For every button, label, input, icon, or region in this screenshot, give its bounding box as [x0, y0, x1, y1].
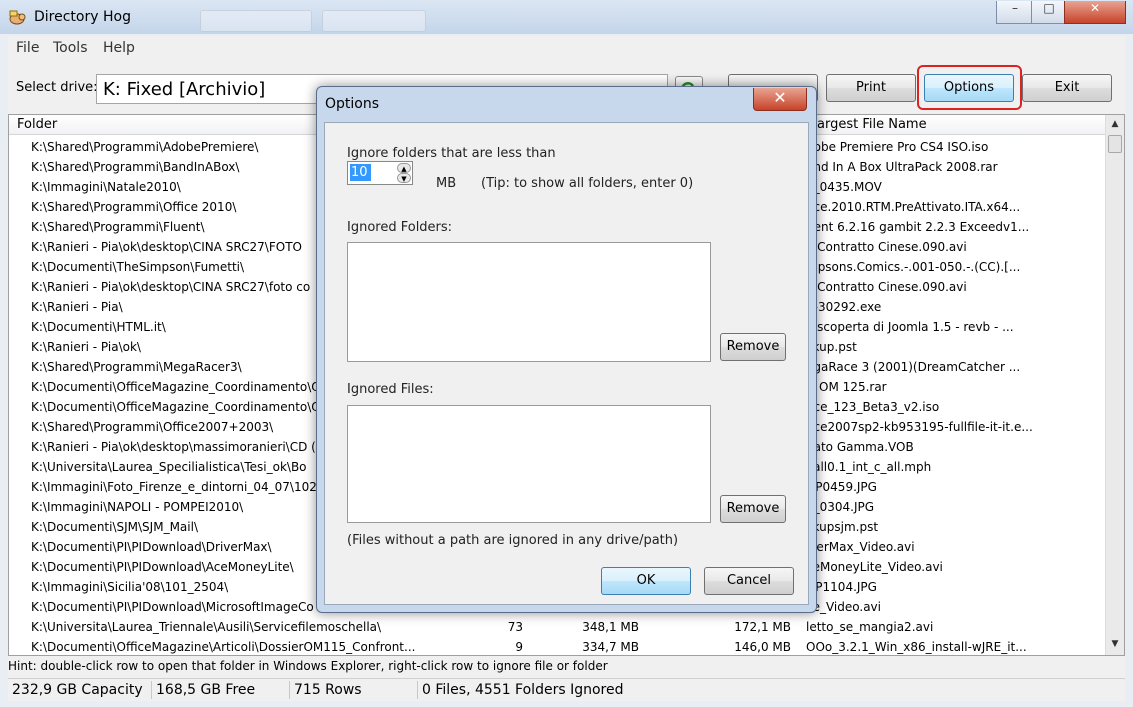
ignore-threshold-label: Ignore folders that are less than — [347, 146, 556, 161]
main-window: Directory Hog – □ ✕ File Tools Help Sele… — [0, 0, 1133, 707]
menu-file[interactable]: File — [16, 40, 39, 56]
remove-folder-button[interactable]: Remove — [720, 333, 786, 361]
cell-largest-name: 0_0435.MOV — [806, 180, 882, 194]
cell-largest-name: egaRace 3 (2001)(DreamCatcher ... — [806, 360, 1021, 374]
minimize-icon: – — [1012, 1, 1018, 15]
title-bar: Directory Hog – □ ✕ — [0, 0, 1133, 34]
cancel-button[interactable]: Cancel — [704, 567, 794, 595]
scroll-up-icon[interactable]: ▲ — [1106, 115, 1124, 133]
dialog-title: Options — [325, 96, 380, 112]
remove-file-button[interactable]: Remove — [720, 495, 786, 523]
threshold-spinner[interactable]: 10 ▲ ▼ — [347, 161, 413, 185]
hint-text: Hint: double-click row to open that fold… — [8, 656, 1125, 678]
cell-size: 348,1 MB — [582, 620, 639, 634]
cell-files: 9 — [515, 640, 523, 654]
spin-down-icon[interactable]: ▼ — [397, 173, 411, 183]
spinner-arrows: ▲ ▼ — [397, 163, 411, 183]
table-row[interactable]: K:\Universita\Laurea_Triennale\Ausili\Se… — [9, 617, 1105, 637]
cell-largest-name: o Contratto Cinese.090.avi — [806, 280, 967, 294]
cell-largest-name: dobe Premiere Pro CS4 ISO.iso — [806, 140, 989, 154]
close-button[interactable]: ✕ — [1064, 1, 1126, 24]
cell-largest-name: nato Gamma.VOB — [806, 440, 914, 454]
ignored-files-list[interactable] — [347, 405, 711, 523]
scroll-thumb[interactable] — [1108, 135, 1122, 153]
status-rows: 715 Rows — [290, 681, 418, 699]
maximize-button[interactable]: □ — [1031, 1, 1067, 24]
cell-largest-name: and In A Box UltraPack 2008.rar — [806, 160, 998, 174]
tip-text: (Tip: to show all folders, enter 0) — [481, 176, 694, 191]
ok-button[interactable]: OK — [601, 567, 691, 595]
cell-largest-name: GP0459.JPG — [806, 480, 877, 494]
menu-bar: File Tools Help — [8, 36, 1125, 60]
background-blur-tab — [200, 10, 312, 32]
select-drive-label: Select drive: — [16, 80, 98, 95]
status-ignored: 0 Files, 4551 Folders Ignored — [422, 682, 624, 698]
cell-folder: K:\Documenti\OfficeMagazine\Articoli\Dos… — [31, 640, 416, 654]
cell-largest-name: ceMoneyLite_Video.avi — [806, 560, 943, 574]
options-dialog: Options ✕ Ignore folders that are less t… — [316, 86, 817, 613]
cell-largest-name: vall0.1_int_c_all.mph — [806, 460, 932, 474]
menu-tools[interactable]: Tools — [53, 40, 88, 56]
cell-largest-name: uent 6.2.16 gambit 2.2.3 Exceedv1... — [806, 220, 1030, 234]
unit-label: MB — [436, 176, 457, 191]
ignored-files-label: Ignored Files: — [347, 382, 434, 397]
status-bar: 232,9 GB Capacity 168,5 GB Free 715 Rows… — [8, 678, 1125, 701]
cell-largest-name: iverMax_Video.avi — [806, 540, 915, 554]
cell-largest-name: OOo_3.2.1_Win_x86_install-wJRE_it... — [806, 640, 1027, 654]
dialog-body: Ignore folders that are less than 10 ▲ ▼… — [324, 122, 809, 605]
hog-app-icon — [9, 10, 26, 25]
status-free: 168,5 GB Free — [152, 681, 290, 699]
cell-largest-name: fice.2010.RTM.PreAttivato.ITA.x64... — [806, 200, 1021, 214]
cell-largest-name: D OM 125.rar — [806, 380, 887, 394]
maximize-icon: □ — [1043, 1, 1055, 15]
cell-largest-name: a scoperta di Joomla 1.5 - revb - ... — [806, 320, 1014, 334]
cell-size: 334,7 MB — [582, 640, 639, 654]
cell-files: 73 — [507, 620, 523, 634]
scroll-down-icon[interactable]: ▼ — [1106, 635, 1124, 653]
background-blur-tab — [322, 10, 426, 32]
close-icon: ✕ — [1089, 1, 1101, 15]
options-highlight-annotation — [917, 65, 1022, 110]
cell-folder: K:\Universita\Laurea_Triennale\Ausili\Se… — [31, 620, 382, 634]
cell-largest-name: ce_Video.avi — [806, 600, 881, 614]
minimize-button[interactable]: – — [996, 1, 1034, 24]
print-button[interactable]: Print — [826, 74, 916, 102]
cell-largest-name: GP1104.JPG — [806, 580, 877, 594]
ignored-folders-list[interactable] — [347, 242, 711, 362]
cell-largest-name: fice_123_Beta3_v2.iso — [806, 400, 940, 414]
spin-up-icon[interactable]: ▲ — [397, 163, 411, 173]
dialog-close-button[interactable]: ✕ — [753, 88, 807, 111]
column-header-largest-file-name[interactable]: argest File Name — [789, 115, 1105, 135]
files-note: (Files without a path are ignored in any… — [347, 533, 679, 548]
status-capacity: 232,9 GB Capacity — [8, 681, 152, 699]
ignored-folders-label: Ignored Folders: — [347, 220, 453, 235]
cell-largest-name: letto_se_mangia2.avi — [806, 620, 934, 634]
cell-largest-name: ckup.pst — [806, 340, 857, 354]
table-row[interactable]: K:\Documenti\OfficeMagazine\Articoli\Dos… — [9, 637, 1105, 657]
close-icon: ✕ — [773, 88, 787, 107]
exit-button[interactable]: Exit — [1022, 74, 1112, 102]
cell-largest-name: 0_0304.JPG — [806, 500, 875, 514]
window-title: Directory Hog — [34, 9, 131, 25]
vertical-scrollbar[interactable]: ▲ ▼ — [1105, 115, 1124, 655]
cell-largest-name: 2-30292.exe — [806, 300, 882, 314]
menu-help[interactable]: Help — [103, 40, 135, 56]
cell-largest-name: ckupsjm.pst — [806, 520, 879, 534]
cell-largest-size: 172,1 MB — [734, 620, 791, 634]
cell-largest-name: o Contratto Cinese.090.avi — [806, 240, 967, 254]
threshold-input[interactable]: 10 — [350, 164, 371, 181]
cell-largest-name: mpsons.Comics.-.001-050.-.(CC).[... — [806, 260, 1021, 274]
cell-largest-name: fice2007sp2-kb953195-fullfile-it-it.e... — [806, 420, 1033, 434]
cell-largest-size: 146,0 MB — [734, 640, 791, 654]
